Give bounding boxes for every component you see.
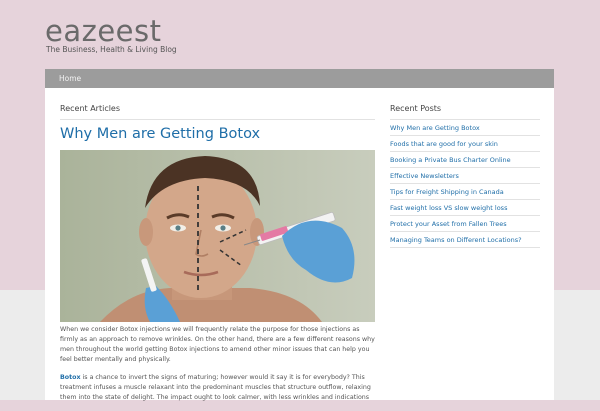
botox-link[interactable]: Botox [60, 374, 81, 381]
main-nav: Home [45, 69, 554, 88]
sidebar-title: Recent Posts [390, 104, 442, 113]
recent-post-link[interactable]: Why Men are Getting Botox [390, 120, 540, 136]
nav-item-home[interactable]: Home [59, 74, 81, 83]
divider [60, 119, 375, 120]
recent-post-link[interactable]: Managing Teams on Different Locations? [390, 232, 540, 248]
sidebar: Recent Posts Why Men are Getting Botox F… [390, 104, 540, 248]
recent-post-link[interactable]: Foods that are good for your skin [390, 136, 540, 152]
recent-post-link[interactable]: Tips for Freight Shipping in Canada [390, 184, 540, 200]
recent-post-link[interactable]: Protect your Asset from Fallen Trees [390, 216, 540, 232]
recent-post-link[interactable]: Booking a Private Bus Charter Online [390, 152, 540, 168]
site-description: The Business, Health & Living Blog [46, 45, 177, 54]
article-paragraph-2-text: is a chance to invert the signs of matur… [60, 374, 371, 401]
featured-image-art [60, 150, 375, 322]
featured-image[interactable] [60, 150, 375, 322]
post-title-link[interactable]: Why Men are Getting Botox [60, 126, 375, 142]
recent-posts-list: Why Men are Getting Botox Foods that are… [390, 120, 540, 248]
content-area: Recent Articles Why Men are Getting Boto… [45, 88, 554, 401]
site-title[interactable]: eazeest [45, 14, 162, 48]
main-column: Recent Articles Why Men are Getting Boto… [60, 104, 375, 411]
article-body: When we consider Botox injections we wil… [60, 325, 375, 403]
article-paragraph-1: When we consider Botox injections we wil… [60, 326, 375, 363]
section-label: Recent Articles [60, 104, 121, 113]
recent-post-link[interactable]: Effective Newsletters [390, 168, 540, 184]
article-paragraph-2: Botox is a chance to invert the signs of… [60, 373, 375, 403]
recent-post-link[interactable]: Fast weight loss VS slow weight loss [390, 200, 540, 216]
